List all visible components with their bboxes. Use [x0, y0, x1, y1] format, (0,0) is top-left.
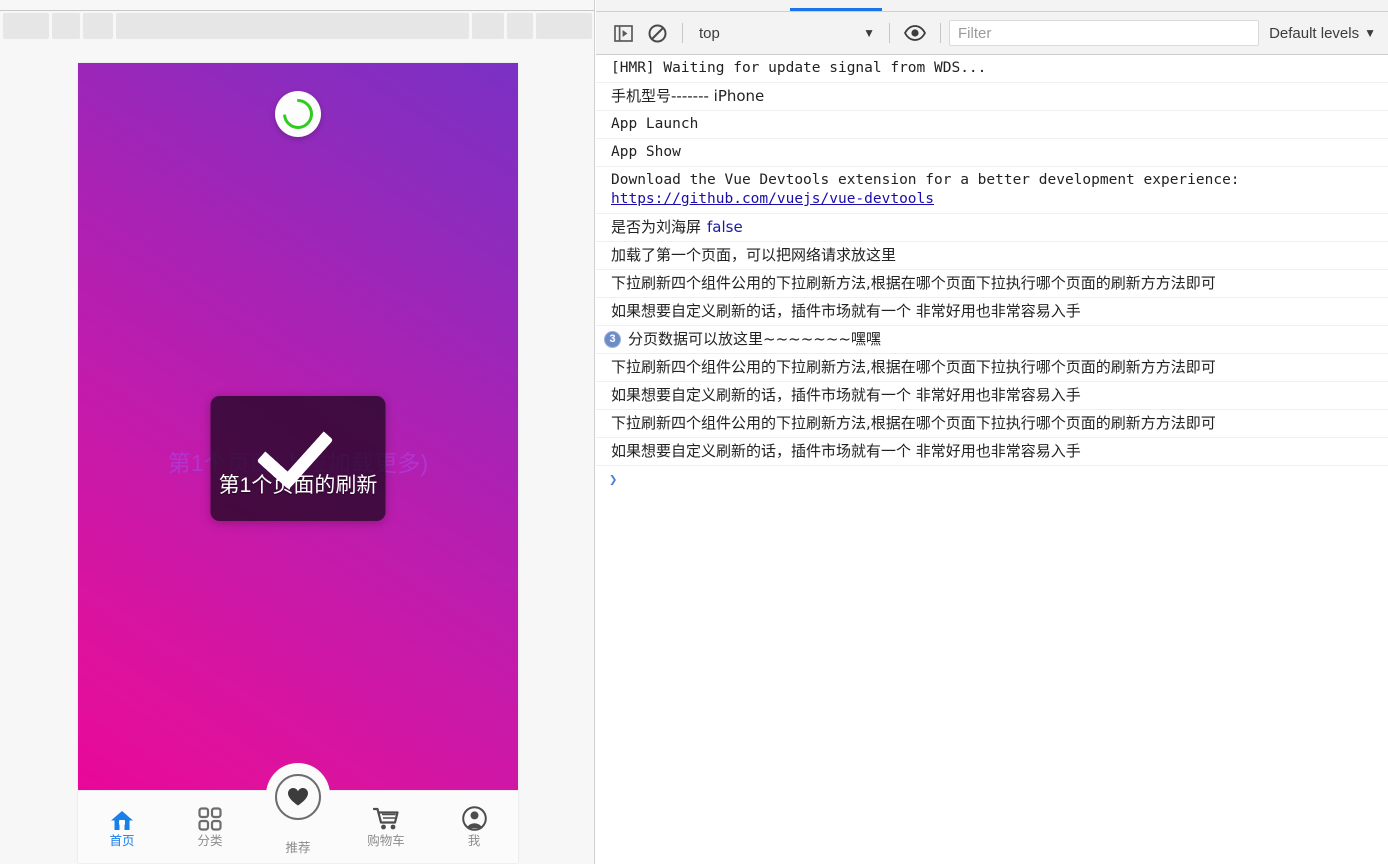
- console-filter-placeholder: Filter: [958, 25, 991, 42]
- console-log-text: 手机型号------- iPhone: [611, 87, 764, 105]
- console-toolbar: top ▼ Filter Default levels ▼: [596, 12, 1388, 55]
- bottom-tabbar: 首页 分类: [78, 790, 518, 863]
- toolbar-divider: [940, 23, 941, 43]
- console-log-value: false: [707, 218, 743, 236]
- chevron-down-icon: ▼: [863, 26, 875, 40]
- console-log-text: App Show: [611, 144, 681, 160]
- log-levels-dropdown[interactable]: Default levels ▼: [1269, 25, 1388, 42]
- console-log-text: 下拉刷新四个组件公用的下拉刷新方法,根据在哪个页面下拉执行哪个页面的刷新方方法即…: [611, 274, 1216, 292]
- console-log-row[interactable]: App Launch: [596, 111, 1388, 139]
- console-log-text: App Launch: [611, 116, 698, 132]
- execution-context-value: top: [699, 25, 720, 42]
- loading-skeleton-toolbar: [0, 13, 595, 39]
- skeleton-block: [116, 13, 469, 39]
- tab-label: 购物车: [367, 835, 405, 848]
- heart-icon: [275, 774, 321, 820]
- console-log-row[interactable]: 如果想要自定义刷新的话，插件市场就有一个 非常好用也非常容易入手: [596, 298, 1388, 326]
- skeleton-block: [83, 13, 113, 39]
- console-filter-input[interactable]: Filter: [949, 20, 1259, 46]
- log-levels-label: Default levels: [1269, 25, 1359, 42]
- tab-label: 推荐: [285, 842, 310, 855]
- skeleton-block: [52, 13, 80, 39]
- console-log-text: 下拉刷新四个组件公用的下拉刷新方法,根据在哪个页面下拉执行哪个页面的刷新方方法即…: [611, 358, 1216, 376]
- active-tab-indicator: [790, 8, 882, 11]
- console-log-row[interactable]: 手机型号------- iPhone: [596, 83, 1388, 111]
- skeleton-block: [536, 13, 592, 39]
- tab-label: 我: [468, 835, 481, 848]
- devtools-panel: top ▼ Filter Default levels ▼ [HMR] Wait…: [596, 0, 1388, 864]
- clear-console-icon[interactable]: [640, 18, 674, 48]
- console-log-row[interactable]: 下拉刷新四个组件公用的下拉刷新方法,根据在哪个页面下拉执行哪个页面的刷新方方法即…: [596, 354, 1388, 382]
- toolbar-divider: [889, 23, 890, 43]
- live-expression-eye-icon[interactable]: [898, 18, 932, 48]
- console-log-row[interactable]: 下拉刷新四个组件公用的下拉刷新方法,根据在哪个页面下拉执行哪个页面的刷新方方法即…: [596, 270, 1388, 298]
- console-log-text: 下拉刷新四个组件公用的下拉刷新方法,根据在哪个页面下拉执行哪个页面的刷新方方法即…: [611, 414, 1216, 432]
- show-console-sidebar-icon[interactable]: [606, 18, 640, 48]
- prompt-caret-icon: ❯: [609, 472, 617, 488]
- tab-label: 首页: [109, 835, 134, 848]
- console-log-text: 加载了第一个页面，可以把网络请求放这里: [611, 246, 896, 264]
- console-log-row[interactable]: 如果想要自定义刷新的话，插件市场就有一个 非常好用也非常容易入手: [596, 382, 1388, 410]
- console-log-row[interactable]: [HMR] Waiting for update signal from WDS…: [596, 55, 1388, 83]
- devtools-tabstrip[interactable]: [596, 0, 1388, 12]
- log-count-badge: 3: [604, 331, 621, 348]
- simulator-top-divider: [0, 10, 595, 11]
- pull-refresh-indicator: [275, 91, 321, 137]
- tab-category[interactable]: 分类: [166, 791, 254, 863]
- execution-context-select[interactable]: top ▼: [691, 20, 881, 46]
- app-root: 第1个页面(上拉加载更多) 第1个页面的刷新 首页: [0, 0, 1388, 864]
- console-log-text: 是否为刘海屏: [611, 218, 701, 236]
- skeleton-block: [3, 13, 49, 39]
- tab-recommend[interactable]: 推荐: [254, 791, 342, 863]
- console-log-row[interactable]: 下拉刷新四个组件公用的下拉刷新方法,根据在哪个页面下拉执行哪个页面的刷新方方法即…: [596, 410, 1388, 438]
- console-log-text: 如果想要自定义刷新的话，插件市场就有一个 非常好用也非常容易入手: [611, 442, 1081, 460]
- chevron-down-icon: ▼: [1364, 26, 1376, 40]
- skeleton-block: [472, 13, 504, 39]
- console-input-prompt[interactable]: ❯: [596, 466, 1388, 492]
- toolbar-divider: [682, 23, 683, 43]
- console-log-row[interactable]: Download the Vue Devtools extension for …: [596, 167, 1388, 214]
- console-log-row[interactable]: 3 分页数据可以放这里~~~~~~~嘿嘿: [596, 326, 1388, 354]
- tab-label: 分类: [197, 835, 222, 848]
- loading-spinner-icon: [277, 93, 319, 135]
- toast-message: 第1个页面的刷新: [211, 396, 386, 521]
- console-log-row[interactable]: 如果想要自定义刷新的话，插件市场就有一个 非常好用也非常容易入手: [596, 438, 1388, 466]
- checkmark-icon: [259, 415, 337, 467]
- person-icon: [462, 806, 487, 831]
- console-log-text: 如果想要自定义刷新的话，插件市场就有一个 非常好用也非常容易入手: [611, 302, 1081, 320]
- console-log-row[interactable]: 加载了第一个页面，可以把网络请求放这里: [596, 242, 1388, 270]
- console-log-list[interactable]: [HMR] Waiting for update signal from WDS…: [596, 55, 1388, 864]
- console-log-row[interactable]: App Show: [596, 139, 1388, 167]
- console-log-link[interactable]: https://github.com/vuejs/vue-devtools: [611, 190, 1240, 209]
- grid-icon: [198, 806, 222, 831]
- cart-icon: [373, 806, 399, 831]
- console-log-text: [HMR] Waiting for update signal from WDS…: [611, 60, 986, 76]
- console-log-text: 分页数据可以放这里~~~~~~~嘿嘿: [628, 330, 881, 348]
- console-log-text: 如果想要自定义刷新的话，插件市场就有一个 非常好用也非常容易入手: [611, 386, 1081, 404]
- phone-viewport: 第1个页面(上拉加载更多) 第1个页面的刷新 首页: [78, 63, 518, 863]
- console-log-text: Download the Vue Devtools extension for …: [611, 172, 1240, 188]
- home-icon: [110, 806, 134, 831]
- tab-cart[interactable]: 购物车: [342, 791, 430, 863]
- tab-home[interactable]: 首页: [78, 791, 166, 863]
- tab-profile[interactable]: 我: [430, 791, 518, 863]
- simulator-pane: 第1个页面(上拉加载更多) 第1个页面的刷新 首页: [0, 0, 595, 864]
- skeleton-block: [507, 13, 533, 39]
- console-log-row[interactable]: 是否为刘海屏 false: [596, 214, 1388, 242]
